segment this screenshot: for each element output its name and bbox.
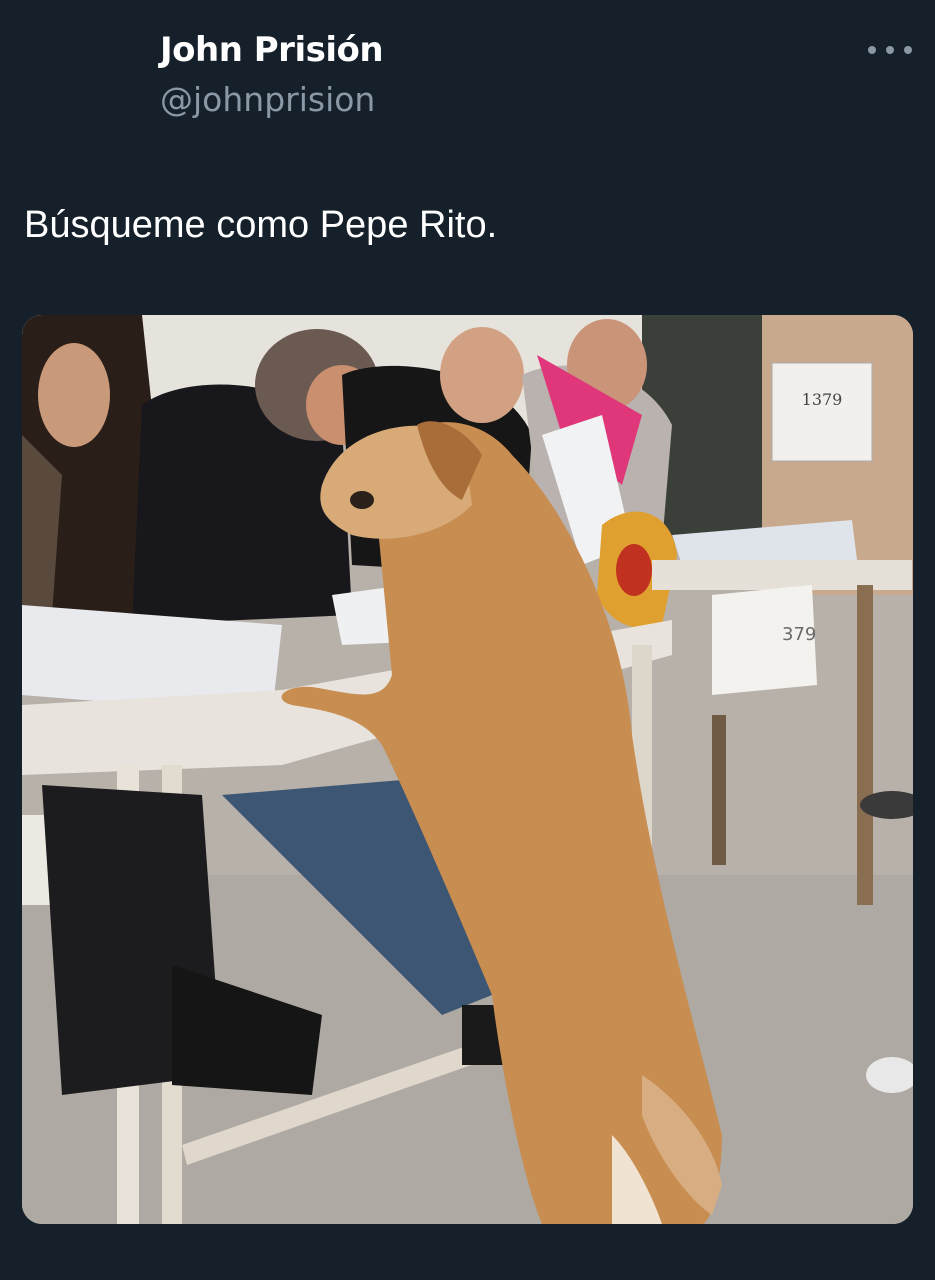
more-options-icon[interactable] <box>868 38 912 62</box>
desk-tag-number: 379 <box>782 624 816 645</box>
tweet-author-handle[interactable]: @johnprision <box>160 80 375 119</box>
tweet-author-name[interactable]: John Prisión <box>160 30 384 70</box>
tweet-text: Búsqueme como Pepe Rito. <box>24 204 498 246</box>
sign-number: 1379 <box>802 390 843 409</box>
tweet-media-photo[interactable]: 1379 379 <box>22 315 913 1224</box>
